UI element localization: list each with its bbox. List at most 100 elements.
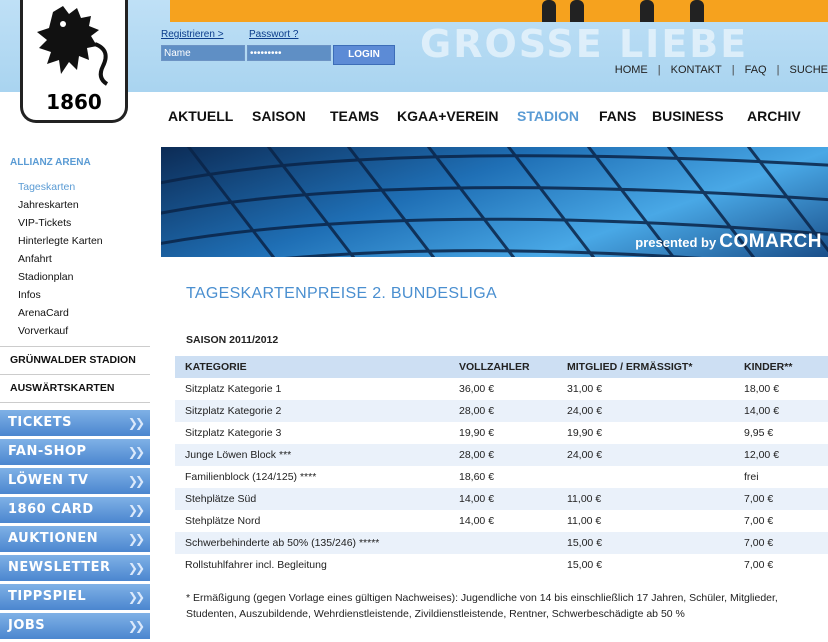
promo-banner[interactable] <box>170 0 828 22</box>
table-cell: 19,90 € <box>459 427 495 439</box>
arena-hero-image: presented by COMARCH <box>161 147 828 257</box>
quick-nav-label: LÖWEN TV <box>8 473 89 488</box>
figure-silhouette <box>690 0 704 22</box>
nav-fans[interactable]: FANS <box>599 108 636 124</box>
sidebar: ALLIANZ ARENA Tageskarten Jahreskarten V… <box>0 148 150 403</box>
table-row: Sitzplatz Kategorie 3 19,90 € 19,90 € 9,95 … <box>175 422 828 444</box>
column-header: KATEGORIE <box>175 356 449 378</box>
sponsor-credit: presented by COMARCH <box>635 231 822 253</box>
lion-icon <box>37 6 109 86</box>
logo-number: 1860 <box>46 90 102 114</box>
table-cell: 7,00 € <box>744 559 774 571</box>
double-chevron-icon: ❯❯ <box>127 445 145 459</box>
password-forgot-link[interactable]: Passwort ? <box>249 29 298 40</box>
column-header: VOLLZAHLER <box>449 356 557 378</box>
quick-nav-label: TICKETS <box>8 415 72 430</box>
quick-nav-tippspiel[interactable]: TIPPSPIEL ❯❯ <box>0 584 150 610</box>
double-chevron-icon: ❯❯ <box>127 416 145 430</box>
sidebar-item-gruenwalder-stadion[interactable]: GRÜNWALDER STADION <box>0 347 150 375</box>
sidebar-section-title[interactable]: ALLIANZ ARENA <box>0 154 150 172</box>
quick-nav-tickets[interactable]: TICKETS ❯❯ <box>0 410 150 436</box>
double-chevron-icon: ❯❯ <box>127 619 145 633</box>
table-cell: 9,95 € <box>744 427 774 439</box>
header-background-slogan: GROSSE LIEBE <box>420 22 749 66</box>
table-cell: 18,60 € <box>459 471 495 483</box>
table-cell: 15,00 € <box>557 532 734 554</box>
sidebar-item-arenacard[interactable]: ArenaCard <box>0 304 150 322</box>
quick-nav-newsletter[interactable]: NEWSLETTER ❯❯ <box>0 555 150 581</box>
sidebar-item-stadionplan[interactable]: Stadionplan <box>0 268 150 286</box>
nav-kgaa-verein[interactable]: KGAA+VEREIN <box>397 108 499 124</box>
divider: | <box>657 64 661 76</box>
table-row: Sitzplatz Kategorie 1 36,00 € 31,00 € 18,00… <box>175 378 828 400</box>
sponsor-logo[interactable]: COMARCH <box>719 231 822 252</box>
table-cell: Stehplätze Süd <box>175 488 449 510</box>
season-label: SAISON 2011/2012 <box>186 334 279 346</box>
price-table: KATEGORIE VOLLZAHLER MITGLIED / ERMÄSSIG… <box>175 356 828 576</box>
table-row: Stehplätze Nord 14,00 € 11,00 € 7,00 € <box>175 510 828 532</box>
presented-by-text: presented by <box>635 235 717 250</box>
table-cell: 14,00 € <box>734 400 828 422</box>
password-input[interactable] <box>247 45 331 61</box>
column-header: MITGLIED / ERMÄSSIGT* <box>557 356 734 378</box>
figure-silhouette <box>542 0 556 22</box>
table-cell: 28,00 € <box>449 444 557 466</box>
quick-nav-label: AUKTIONEN <box>8 531 99 546</box>
sidebar-item-jahreskarten[interactable]: Jahreskarten <box>0 196 150 214</box>
quick-nav-label: NEWSLETTER <box>8 560 111 575</box>
quick-nav-label: 1860 CARD <box>8 502 94 517</box>
quick-nav: TICKETS ❯❯ FAN-SHOP ❯❯ LÖWEN TV ❯❯ 1860 CAR… <box>0 410 150 642</box>
sidebar-item-auswaertskarten[interactable]: AUSWÄRTSKARTEN <box>0 375 150 403</box>
nav-stadion[interactable]: STADION <box>517 108 579 124</box>
double-chevron-icon: ❯❯ <box>127 561 145 575</box>
quick-nav-loewen-tv[interactable]: LÖWEN TV ❯❯ <box>0 468 150 494</box>
table-cell: 7,00 € <box>734 532 828 554</box>
table-cell: 7,00 € <box>744 515 774 527</box>
util-nav-home[interactable]: HOME <box>615 64 648 76</box>
sidebar-item-hinterlegte-karten[interactable]: Hinterlegte Karten <box>0 232 150 250</box>
util-nav-kontakt[interactable]: KONTAKT <box>671 64 722 76</box>
table-cell: 28,00 € <box>449 400 557 422</box>
username-input[interactable] <box>161 45 245 61</box>
quick-nav-fan-shop[interactable]: FAN-SHOP ❯❯ <box>0 439 150 465</box>
sidebar-item-vip-tickets[interactable]: VIP-Tickets <box>0 214 150 232</box>
page-title: TAGESKARTENPREISE 2. BUNDESLIGA <box>186 285 498 302</box>
sidebar-item-vorverkauf[interactable]: Vorverkauf <box>0 322 150 340</box>
quick-nav-1860-card[interactable]: 1860 CARD ❯❯ <box>0 497 150 523</box>
quick-nav-auktionen[interactable]: AUKTIONEN ❯❯ <box>0 526 150 552</box>
table-cell: Sitzplatz Kategorie 1 <box>185 383 282 395</box>
nav-business[interactable]: BUSINESS <box>652 108 724 124</box>
table-cell: Schwerbehinderte ab 50% (135/246) ***** <box>175 532 449 554</box>
divider: | <box>776 64 780 76</box>
sidebar-item-anfahrt[interactable]: Anfahrt <box>0 250 150 268</box>
nav-saison[interactable]: SAISON <box>252 108 306 124</box>
club-logo[interactable]: 1860 <box>20 0 128 123</box>
table-cell: 12,00 € <box>734 444 828 466</box>
table-cell: 11,00 € <box>557 488 734 510</box>
figure-silhouette <box>640 0 654 22</box>
table-cell <box>449 532 557 554</box>
divider: | <box>731 64 735 76</box>
quick-nav-jobs[interactable]: JOBS ❯❯ <box>0 613 150 639</box>
column-header: KINDER** <box>734 356 828 378</box>
nav-aktuell[interactable]: AKTUELL <box>168 108 233 124</box>
login-button[interactable]: LOGIN <box>333 45 395 65</box>
table-cell: frei <box>744 471 759 483</box>
quick-nav-label: JOBS <box>8 618 46 633</box>
nav-archiv[interactable]: ARCHIV <box>747 108 801 124</box>
table-cell: Rollstuhlfahrer incl. Begleitung <box>185 559 327 571</box>
register-link[interactable]: Registrieren > <box>161 29 224 40</box>
sidebar-item-tageskarten[interactable]: Tageskarten <box>0 178 150 196</box>
quick-nav-label: FAN-SHOP <box>8 444 87 459</box>
table-cell: Sitzplatz Kategorie 3 <box>185 427 282 439</box>
nav-teams[interactable]: TEAMS <box>330 108 379 124</box>
sidebar-item-infos[interactable]: Infos <box>0 286 150 304</box>
double-chevron-icon: ❯❯ <box>127 474 145 488</box>
util-nav-faq[interactable]: FAQ <box>745 64 767 76</box>
price-footnote: * Ermäßigung (gegen Vorlage eines gültig… <box>186 592 778 620</box>
table-row: Stehplätze Süd 14,00 €11,00 €7,00 € <box>175 488 828 510</box>
table-cell: 36,00 € <box>459 383 495 395</box>
util-nav-suche[interactable]: SUCHE <box>789 64 828 76</box>
table-cell: Junge Löwen Block *** <box>175 444 449 466</box>
double-chevron-icon: ❯❯ <box>127 503 145 517</box>
